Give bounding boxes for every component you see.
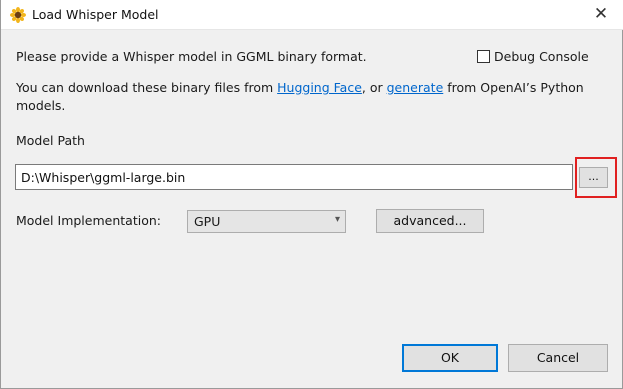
sunflower-icon bbox=[10, 7, 26, 23]
advanced-button[interactable]: advanced... bbox=[376, 209, 484, 233]
cancel-button[interactable]: Cancel bbox=[508, 344, 608, 372]
ok-button[interactable]: OK bbox=[402, 344, 498, 372]
model-implementation-select[interactable]: GPU ▾ bbox=[187, 210, 346, 233]
debug-console-checkbox[interactable] bbox=[477, 50, 490, 63]
chevron-down-icon: ▾ bbox=[334, 214, 340, 225]
close-button[interactable]: ✕ bbox=[579, 0, 623, 30]
download-info-suffix: from OpenAI’s Python bbox=[443, 80, 584, 95]
load-whisper-model-dialog: Load Whisper Model ✕ Please provide a Wh… bbox=[0, 0, 623, 389]
generate-link[interactable]: generate bbox=[387, 80, 444, 95]
model-implementation-value: GPU bbox=[194, 214, 221, 229]
debug-console-label[interactable]: Debug Console bbox=[494, 49, 589, 64]
window-title: Load Whisper Model bbox=[32, 7, 159, 22]
download-info-line1: You can download these binary files from… bbox=[16, 80, 584, 95]
download-info-prefix: You can download these binary files from bbox=[16, 80, 278, 95]
close-icon: ✕ bbox=[593, 4, 609, 24]
title-bar: Load Whisper Model ✕ bbox=[1, 0, 623, 30]
download-info-middle: , or bbox=[361, 80, 387, 95]
intro-text: Please provide a Whisper model in GGML b… bbox=[16, 49, 367, 64]
model-implementation-label: Model Implementation: bbox=[16, 213, 161, 228]
model-path-input[interactable] bbox=[15, 164, 573, 190]
hugging-face-link[interactable]: Hugging Face bbox=[277, 80, 362, 95]
model-path-label: Model Path bbox=[16, 133, 85, 148]
download-info-line2: models. bbox=[16, 98, 66, 113]
browse-button[interactable]: ... bbox=[579, 167, 608, 188]
